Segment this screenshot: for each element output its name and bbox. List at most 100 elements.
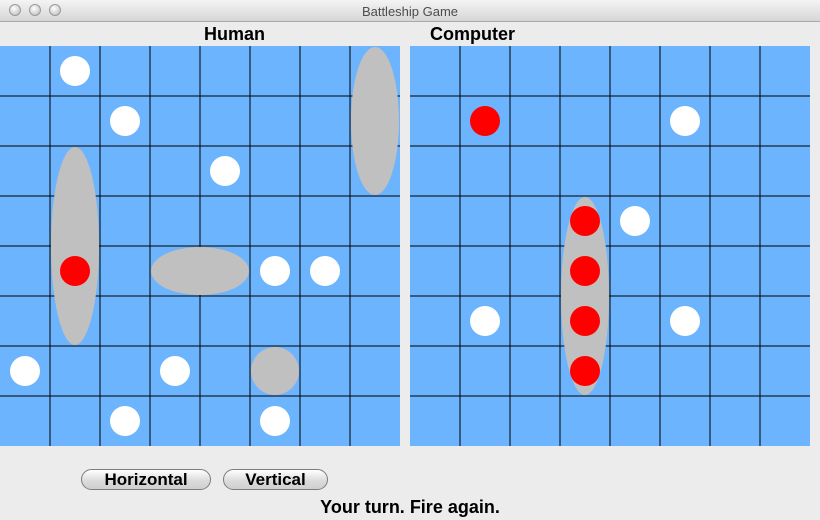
water-cell[interactable] — [610, 296, 660, 346]
water-cell — [250, 296, 300, 346]
water-cell[interactable] — [710, 196, 760, 246]
water-cell[interactable] — [460, 246, 510, 296]
water-cell[interactable] — [410, 396, 460, 446]
water-cell[interactable] — [460, 196, 510, 246]
water-cell — [250, 146, 300, 196]
miss-marker — [470, 306, 500, 336]
water-cell[interactable] — [610, 96, 660, 146]
water-cell[interactable] — [760, 96, 810, 146]
water-cell[interactable] — [610, 246, 660, 296]
water-cell[interactable] — [660, 246, 710, 296]
water-cell[interactable] — [410, 196, 460, 246]
battleship-window: Battleship Game Human Computer Horizonta… — [0, 0, 820, 520]
water-cell[interactable] — [410, 46, 460, 96]
vertical-button[interactable]: Vertical — [223, 469, 328, 490]
water-cell[interactable] — [760, 296, 810, 346]
water-cell[interactable] — [510, 246, 560, 296]
water-cell[interactable] — [760, 346, 810, 396]
water-cell[interactable] — [460, 396, 510, 446]
water-cell[interactable] — [610, 46, 660, 96]
water-cell — [0, 146, 50, 196]
water-cell[interactable] — [510, 346, 560, 396]
water-cell[interactable] — [760, 396, 810, 446]
water-cell[interactable] — [560, 96, 610, 146]
water-cell[interactable] — [510, 46, 560, 96]
water-cell — [200, 46, 250, 96]
human-board — [0, 46, 400, 446]
water-cell[interactable] — [710, 346, 760, 396]
water-cell[interactable] — [510, 196, 560, 246]
hit-marker — [60, 256, 90, 286]
ship — [251, 347, 299, 395]
water-cell — [100, 296, 150, 346]
computer-board[interactable] — [410, 46, 810, 446]
water-cell[interactable] — [560, 396, 610, 446]
water-cell[interactable] — [660, 396, 710, 446]
water-cell[interactable] — [660, 196, 710, 246]
water-cell[interactable] — [610, 146, 660, 196]
water-cell[interactable] — [460, 346, 510, 396]
water-cell — [0, 46, 50, 96]
water-cell[interactable] — [510, 296, 560, 346]
miss-marker — [260, 406, 290, 436]
horizontal-button[interactable]: Horizontal — [81, 469, 211, 490]
water-cell[interactable] — [510, 96, 560, 146]
water-cell[interactable] — [710, 46, 760, 96]
water-cell[interactable] — [760, 146, 810, 196]
computer-board-label: Computer — [430, 24, 515, 44]
water-cell — [300, 396, 350, 446]
water-cell[interactable] — [760, 46, 810, 96]
miss-marker — [210, 156, 240, 186]
water-cell — [350, 396, 400, 446]
water-cell — [200, 96, 250, 146]
water-cell[interactable] — [460, 46, 510, 96]
water-cell — [300, 296, 350, 346]
miss-marker — [110, 406, 140, 436]
water-cell — [250, 46, 300, 96]
water-cell[interactable] — [510, 396, 560, 446]
water-cell — [150, 296, 200, 346]
water-cell[interactable] — [610, 396, 660, 446]
miss-marker — [670, 306, 700, 336]
water-cell[interactable] — [710, 146, 760, 196]
water-cell — [0, 396, 50, 446]
miss-marker — [260, 256, 290, 286]
water-cell[interactable] — [510, 146, 560, 196]
water-cell[interactable] — [660, 146, 710, 196]
miss-marker — [670, 106, 700, 136]
water-cell — [50, 346, 100, 396]
miss-marker — [110, 106, 140, 136]
water-cell — [100, 196, 150, 246]
water-cell[interactable] — [610, 346, 660, 396]
water-cell[interactable] — [560, 46, 610, 96]
water-cell — [350, 346, 400, 396]
water-cell[interactable] — [660, 46, 710, 96]
water-cell[interactable] — [710, 396, 760, 446]
water-cell — [100, 146, 150, 196]
water-cell[interactable] — [760, 246, 810, 296]
water-cell — [150, 396, 200, 446]
water-cell — [300, 146, 350, 196]
water-cell[interactable] — [410, 146, 460, 196]
water-cell[interactable] — [410, 96, 460, 146]
water-cell — [350, 246, 400, 296]
hit-marker — [570, 256, 600, 286]
water-cell[interactable] — [760, 196, 810, 246]
water-cell — [50, 396, 100, 446]
miss-marker — [60, 56, 90, 86]
water-cell[interactable] — [410, 246, 460, 296]
computer-board-grid[interactable] — [410, 46, 810, 446]
water-cell[interactable] — [710, 246, 760, 296]
water-cell[interactable] — [410, 346, 460, 396]
water-cell — [200, 346, 250, 396]
water-cell[interactable] — [710, 296, 760, 346]
water-cell[interactable] — [560, 146, 610, 196]
miss-marker — [620, 206, 650, 236]
miss-marker — [160, 356, 190, 386]
water-cell[interactable] — [410, 296, 460, 346]
water-cell — [300, 196, 350, 246]
water-cell[interactable] — [460, 146, 510, 196]
water-cell — [300, 346, 350, 396]
water-cell[interactable] — [660, 346, 710, 396]
water-cell[interactable] — [710, 96, 760, 146]
